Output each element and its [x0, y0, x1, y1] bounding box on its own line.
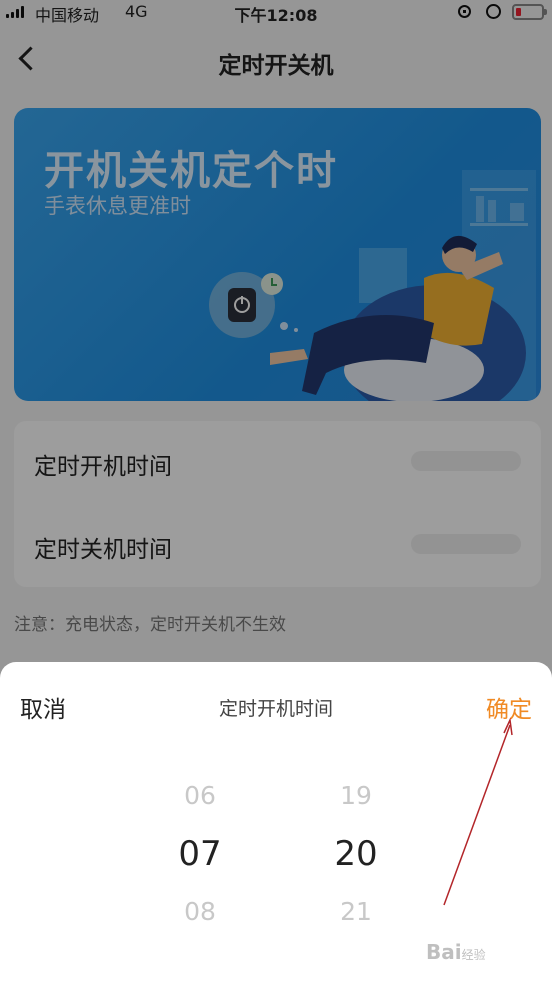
hour-wheel[interactable]: 06 07 08: [140, 772, 260, 930]
hour-option-above[interactable]: 06: [140, 778, 260, 814]
picker-title: 定时开机时间: [218, 698, 333, 720]
watermark-suffix: 经验: [461, 948, 486, 962]
minute-option-below[interactable]: 21: [296, 894, 416, 930]
hour-option-below[interactable]: 08: [140, 894, 260, 930]
baidu-watermark: Bai经验: [426, 940, 486, 964]
confirm-button[interactable]: 确定: [486, 690, 532, 724]
watermark-brand: Bai: [426, 940, 462, 964]
minute-option-above[interactable]: 19: [296, 778, 416, 814]
minute-option-selected[interactable]: 20: [296, 814, 416, 894]
minute-wheel[interactable]: 19 20 21: [296, 772, 416, 930]
hour-option-selected[interactable]: 07: [140, 814, 260, 894]
